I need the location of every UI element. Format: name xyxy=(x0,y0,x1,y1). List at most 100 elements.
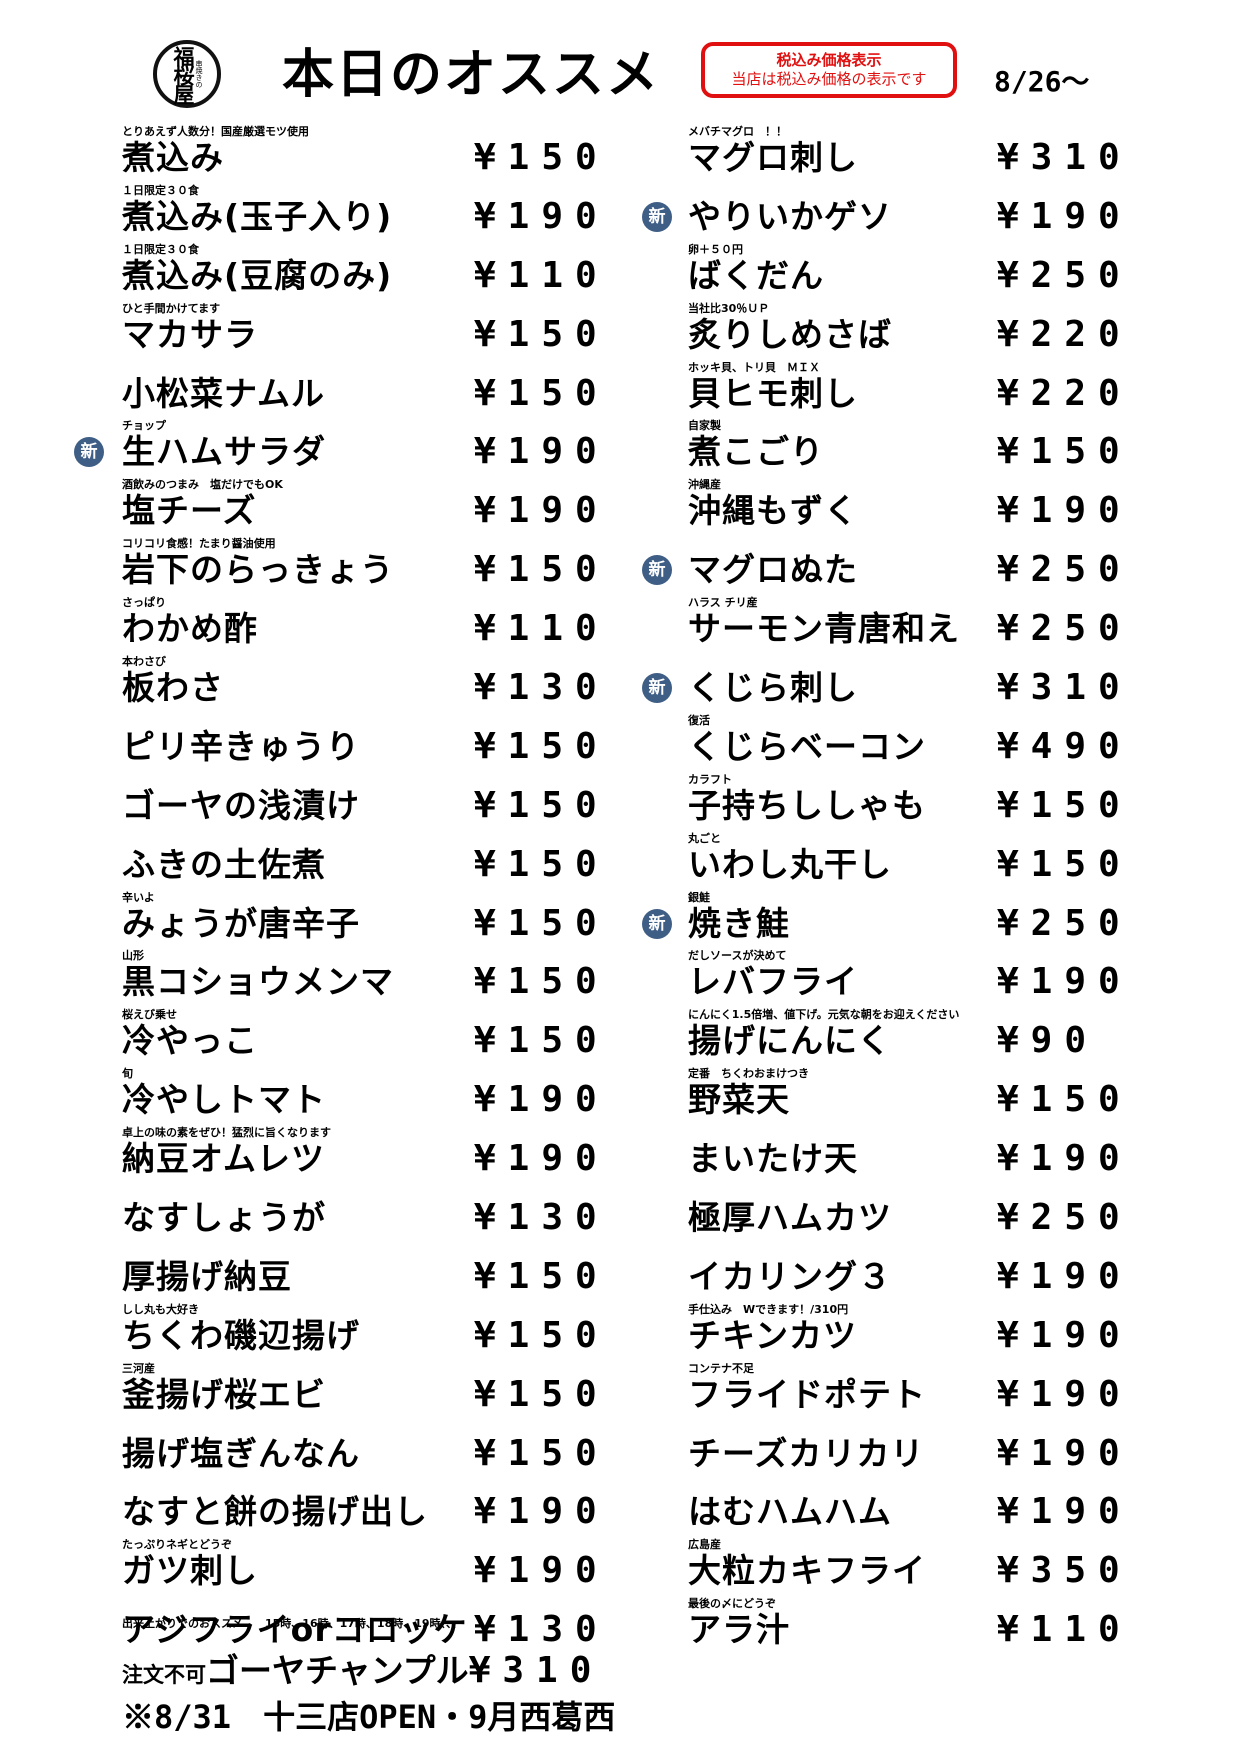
menu-item-price: ¥130 xyxy=(474,667,609,709)
menu-item-price: ¥310 xyxy=(997,137,1132,178)
tax-notice-title: 税込み価格表示 xyxy=(776,51,882,69)
footer-announcement: ※8/31 十三店OPEN・9月西葛西 xyxy=(122,1698,616,1736)
menu-item-name: ゴーヤの浅漬け xyxy=(122,785,360,825)
menu-item-price: ¥150 xyxy=(474,313,609,355)
menu-item-price: ¥110 xyxy=(474,608,609,650)
menu-item-price: ¥220 xyxy=(997,313,1132,355)
menu-item: たっぷりネギとどうぞ ガツ刺し ¥190 xyxy=(122,1538,602,1598)
menu-item-price: ¥190 xyxy=(997,490,1132,532)
menu-item-price: ¥190 xyxy=(474,1491,609,1533)
menu-item: 復活 くじらベーコン ¥490 xyxy=(688,714,1120,774)
shop-logo: 福桜屋 串焼きの xyxy=(153,40,221,108)
menu-item-price: ¥190 xyxy=(997,195,1132,237)
menu-item-price: ¥150 xyxy=(474,725,609,767)
menu-item-price: ¥150 xyxy=(474,549,609,591)
menu-item-name: 厚揚げ納豆 xyxy=(122,1256,292,1296)
special-item-prefix: 注文不可 xyxy=(122,1663,206,1687)
menu-item-name: 煮込み(豆腐のみ) xyxy=(122,255,393,295)
menu-item-note: 広島産 xyxy=(688,1538,721,1552)
menu-item-note: さっぱり xyxy=(122,596,166,610)
menu-item: 手仕込み Wできます！/310円 チキンカツ ¥190 xyxy=(688,1302,1120,1363)
menu-item: 厚揚げ納豆 ¥150 xyxy=(122,1245,602,1304)
menu-item: ゴーヤの浅漬け ¥150 xyxy=(122,774,602,833)
menu-item-note: 沖縄産 xyxy=(688,478,721,492)
menu-item-name: ガツ刺し xyxy=(122,1551,258,1591)
menu-item-note: カラフト xyxy=(688,772,732,786)
special-item-name: ゴーヤチャンプル xyxy=(206,1651,469,1690)
menu-item: 定番 ちくわおまけつき 野菜天 ¥150 xyxy=(688,1067,1120,1127)
menu-item-name: 冷やっこ xyxy=(122,1021,258,1061)
menu-item-name: わかめ酢 xyxy=(122,609,258,649)
menu-item-name: 塩チーズ xyxy=(122,491,257,531)
menu-item: カラフト 子持ちししゃも ¥150 xyxy=(688,772,1120,833)
menu-item-name: 煮込み xyxy=(122,138,224,177)
menu-item-note: だしソースが決めて xyxy=(688,949,787,963)
menu-item-price: ¥190 xyxy=(474,1079,609,1121)
menu-item-price: ¥90 xyxy=(997,1020,1099,1062)
menu-item-name: ふきの土佐煮 xyxy=(122,844,326,884)
menu-item-name: イカリング３ xyxy=(688,1256,892,1296)
menu-item-note: しし丸も大好き xyxy=(122,1302,199,1316)
menu-item-note: 山形 xyxy=(122,949,144,963)
menu-item: コリコリ食感！たまり醤油使用 岩下のらっきょう ¥150 xyxy=(122,537,602,597)
menu-item-name: ばくだん xyxy=(688,255,824,295)
menu-item-price: ¥150 xyxy=(997,1079,1132,1121)
menu-item: だしソースが決めて レバフライ ¥190 xyxy=(688,949,1120,1009)
menu-item-note: コリコリ食感！たまり醤油使用 xyxy=(122,537,276,551)
menu-item-price: ¥190 xyxy=(474,490,609,532)
menu-item: さっぱり わかめ酢 ¥110 xyxy=(122,596,602,656)
menu-item-price: ¥150 xyxy=(474,1432,609,1474)
menu-item-name: 炙りしめさば xyxy=(688,314,892,354)
menu-item-name: 貝ヒモ刺し xyxy=(688,373,858,413)
menu-item: まいたけ天 ¥190 xyxy=(688,1127,1120,1186)
menu-item-note: １日限定３０食 xyxy=(122,242,199,256)
new-badge-icon: 新 xyxy=(74,437,104,468)
menu-item-price: ¥190 xyxy=(474,1550,609,1592)
menu-item: はむハムハム ¥190 xyxy=(688,1480,1120,1539)
menu-item: チーズカリカリ ¥190 xyxy=(688,1422,1120,1481)
menu-item-note: 卵＋５０円 xyxy=(688,242,743,256)
menu-item-name: フライドポテト xyxy=(688,1374,926,1414)
menu-item: 最後の〆にどうぞ アラ汁 ¥110 xyxy=(688,1597,1120,1657)
menu-item-name: ピリ辛きゅうり xyxy=(122,726,360,766)
menu-item-note: 当社比30％ＵＰ xyxy=(688,301,770,315)
menu-item: ひと手間かけてます マカサラ ¥150 xyxy=(122,302,602,362)
menu-item-note: 辛いよ xyxy=(122,890,155,904)
menu-item-name: 冷やしトマト xyxy=(122,1080,326,1120)
page-title: 本日のオススメ xyxy=(282,45,661,105)
menu-item-note: 旬 xyxy=(122,1067,133,1081)
menu-item-name: 揚げ塩ぎんなん xyxy=(122,1433,360,1473)
menu-item-name: 黒コショウメンマ xyxy=(122,962,394,1002)
menu-item: 新くじら刺し ¥310 xyxy=(642,656,1120,715)
menu-item-price: ¥150 xyxy=(997,431,1132,473)
menu-item-price: ¥150 xyxy=(474,1373,609,1415)
menu-item-name: 沖縄もずく xyxy=(688,491,858,531)
menu-item-price: ¥190 xyxy=(997,1314,1132,1356)
right-menu-column: メバチマグロ ！！ マグロ刺し ¥310 新やりいかゲソ ¥190 卵＋５０円 ばくだん ¥2… xyxy=(642,125,1120,1657)
menu-item: 自家製 煮こごり ¥150 xyxy=(688,419,1120,479)
menu-item: メバチマグロ ！！ マグロ刺し ¥310 xyxy=(688,125,1120,185)
menu-item-note: 手仕込み Wできます！/310円 xyxy=(688,1302,849,1316)
menu-item: コンテナ不足 フライドポテト ¥190 xyxy=(688,1362,1120,1422)
menu-item-note: 本わさび xyxy=(122,655,166,669)
menu-item-name: 釜揚げ桜エビ xyxy=(122,1374,326,1414)
menu-item-note: 銀鮭 xyxy=(688,890,710,904)
menu-item-name: くじらベーコン xyxy=(688,726,926,766)
menu-item-price: ¥190 xyxy=(997,1373,1132,1415)
menu-item-note: ホッキ貝、トリ貝 ＭＩＸ xyxy=(688,360,820,374)
menu-item-price: ¥150 xyxy=(474,784,609,826)
menu-item: １日限定３０食 煮込み(玉子入り) ¥190 xyxy=(122,184,602,244)
menu-item-price: ¥350 xyxy=(997,1550,1132,1592)
special-item-price: ¥310 xyxy=(468,1650,604,1691)
menu-item-name: チーズカリカリ xyxy=(688,1433,925,1473)
menu-item: 丸ごと いわし丸干し ¥150 xyxy=(688,832,1120,892)
menu-item: 山形 黒コショウメンマ ¥150 xyxy=(122,949,602,1009)
menu-item-name: 板わさ xyxy=(122,668,224,708)
menu-item: イカリング３ ¥190 xyxy=(688,1245,1120,1304)
menu-item: 新やりいかゲソ ¥190 xyxy=(642,185,1120,244)
menu-item-name: いわし丸干し xyxy=(688,844,892,884)
menu-item-price: ¥150 xyxy=(474,1314,609,1356)
menu-item-name: 極厚ハムカツ xyxy=(688,1198,892,1238)
menu-item: 新マグロぬた ¥250 xyxy=(642,538,1120,597)
menu-item: 極厚ハムカツ ¥250 xyxy=(688,1186,1120,1245)
